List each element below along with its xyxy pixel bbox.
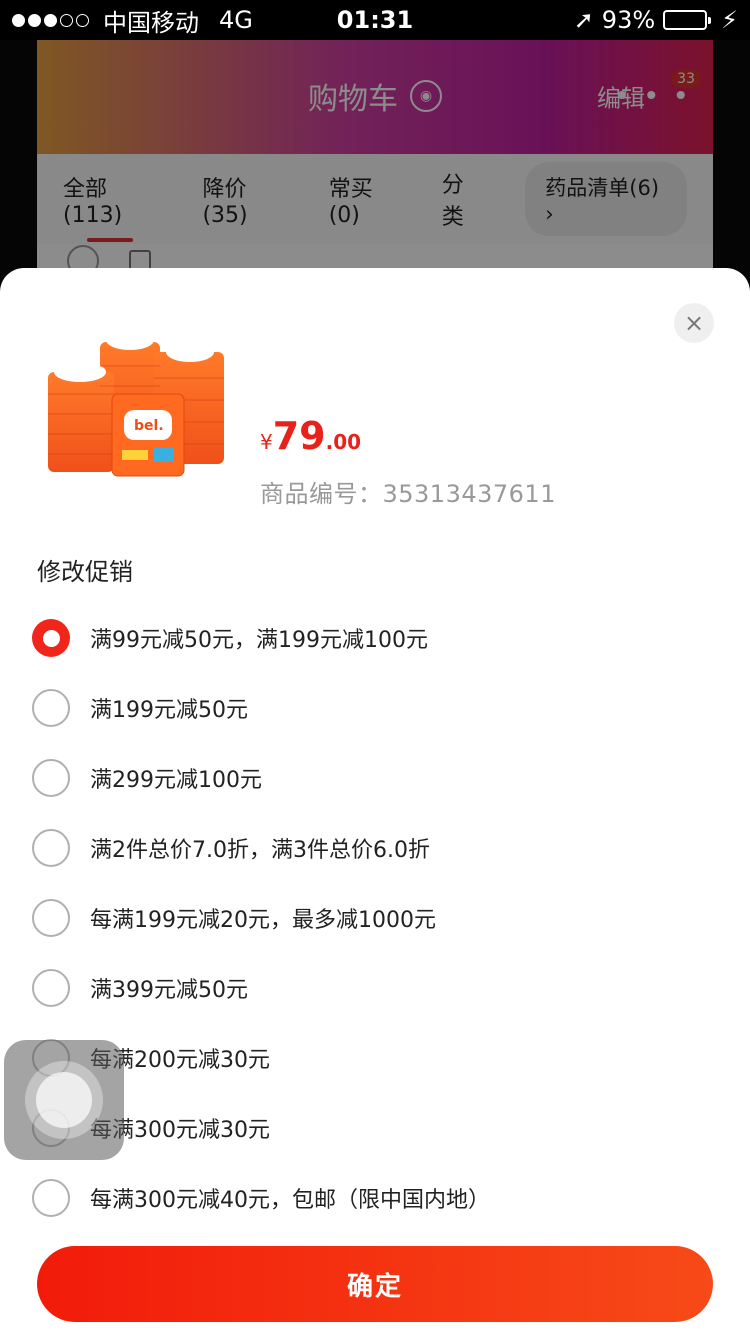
radio-button[interactable] xyxy=(32,1179,70,1217)
signal-strength-icon xyxy=(12,13,89,27)
promotion-option[interactable]: 满199元减50元 xyxy=(0,673,750,743)
price-decimal: .00 xyxy=(325,430,362,454)
promotion-option[interactable]: 满2件总价7.0折，满3件总价6.0折 xyxy=(0,813,750,883)
status-bar: 中国移动 4G 01:31 ➚ 93% ⚡ xyxy=(0,0,750,40)
battery-percent: 93% xyxy=(601,6,656,34)
product-sku: 商品编号：35313437611 xyxy=(260,474,556,509)
radio-button[interactable] xyxy=(32,829,70,867)
close-button[interactable]: × xyxy=(674,303,714,343)
brand-text: bel. xyxy=(134,418,164,434)
sku-label: 商品编号： xyxy=(260,480,383,508)
promotion-option[interactable]: 每满199元减20元，最多减1000元 xyxy=(0,883,750,953)
option-label: 每满300元减40元，包邮（限中国内地） xyxy=(90,1188,490,1213)
battery-icon xyxy=(663,10,712,30)
carrier-name: 中国移动 xyxy=(103,8,199,37)
promotion-option[interactable]: 满299元减100元 xyxy=(0,743,750,813)
sku-value: 35313437611 xyxy=(382,480,556,508)
promotion-option[interactable]: 满99元减50元，满199元减100元 xyxy=(0,603,750,673)
option-label: 满99元减50元，满199元减100元 xyxy=(90,628,428,653)
promotion-option[interactable]: 满399元减50元 xyxy=(0,953,750,1023)
option-label: 满299元减100元 xyxy=(90,768,262,793)
section-title: 修改促销 xyxy=(37,558,133,586)
promotion-sheet: × bel. ¥ 79 .00 商品编号：35313437611 修改促销 满9… xyxy=(0,268,750,1334)
option-label: 满399元减50元 xyxy=(90,978,248,1003)
price-currency: ¥ xyxy=(260,430,273,454)
option-label: 满199元减50元 xyxy=(90,698,248,723)
radio-button[interactable] xyxy=(32,689,70,727)
confirm-button[interactable]: 确定 xyxy=(37,1246,713,1322)
radio-button[interactable] xyxy=(32,899,70,937)
option-label: 满2件总价7.0折，满3件总价6.0折 xyxy=(90,838,430,863)
location-arrow-icon: ➚ xyxy=(573,6,594,34)
radio-button[interactable] xyxy=(32,759,70,797)
option-label: 每满199元减20元，最多减1000元 xyxy=(90,908,436,933)
screen: 购物车 ◉ 编辑 • • • 33 全部(113) 降价(35) 常买(0) 分… xyxy=(0,0,750,1334)
assistive-touch-icon xyxy=(36,1072,92,1128)
promotion-option[interactable]: 每满300元减40元，包邮（限中国内地） xyxy=(0,1163,750,1233)
assistive-touch-button[interactable] xyxy=(4,1040,124,1160)
price-integer: 79 xyxy=(272,414,326,458)
network-type: 4G xyxy=(219,6,253,34)
radio-button-selected[interactable] xyxy=(32,619,70,657)
product-image: bel. xyxy=(48,330,224,477)
price: ¥ 79 .00 xyxy=(260,414,361,458)
radio-button[interactable] xyxy=(32,969,70,1007)
close-icon: × xyxy=(683,309,705,337)
charging-icon: ⚡ xyxy=(721,6,738,34)
